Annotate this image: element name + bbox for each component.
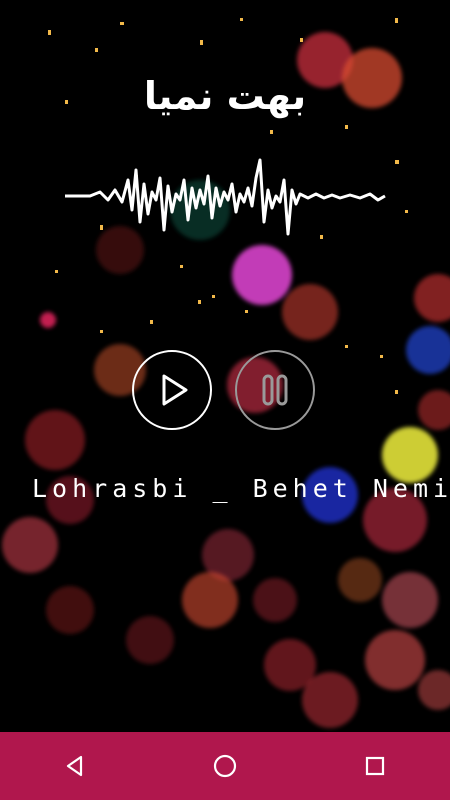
recents-button[interactable] xyxy=(345,736,405,796)
track-name-marquee: Lohrasbi _ Behet Nemiad xyxy=(32,474,450,503)
home-circle-icon xyxy=(213,754,237,778)
player-screen: بهت نمیا Lohrasbi _ Behet Nemiad xyxy=(0,0,450,800)
play-icon xyxy=(162,374,188,406)
back-triangle-icon xyxy=(66,755,83,777)
home-button[interactable] xyxy=(195,736,255,796)
play-button[interactable] xyxy=(132,350,212,430)
pause-button[interactable] xyxy=(235,350,315,430)
pause-icon xyxy=(262,374,288,406)
song-title: بهت نمیا xyxy=(143,74,307,118)
system-navigation-bar xyxy=(0,732,450,800)
back-button[interactable] xyxy=(45,736,105,796)
waveform-graphic xyxy=(65,158,386,236)
recents-square-icon xyxy=(365,756,385,776)
